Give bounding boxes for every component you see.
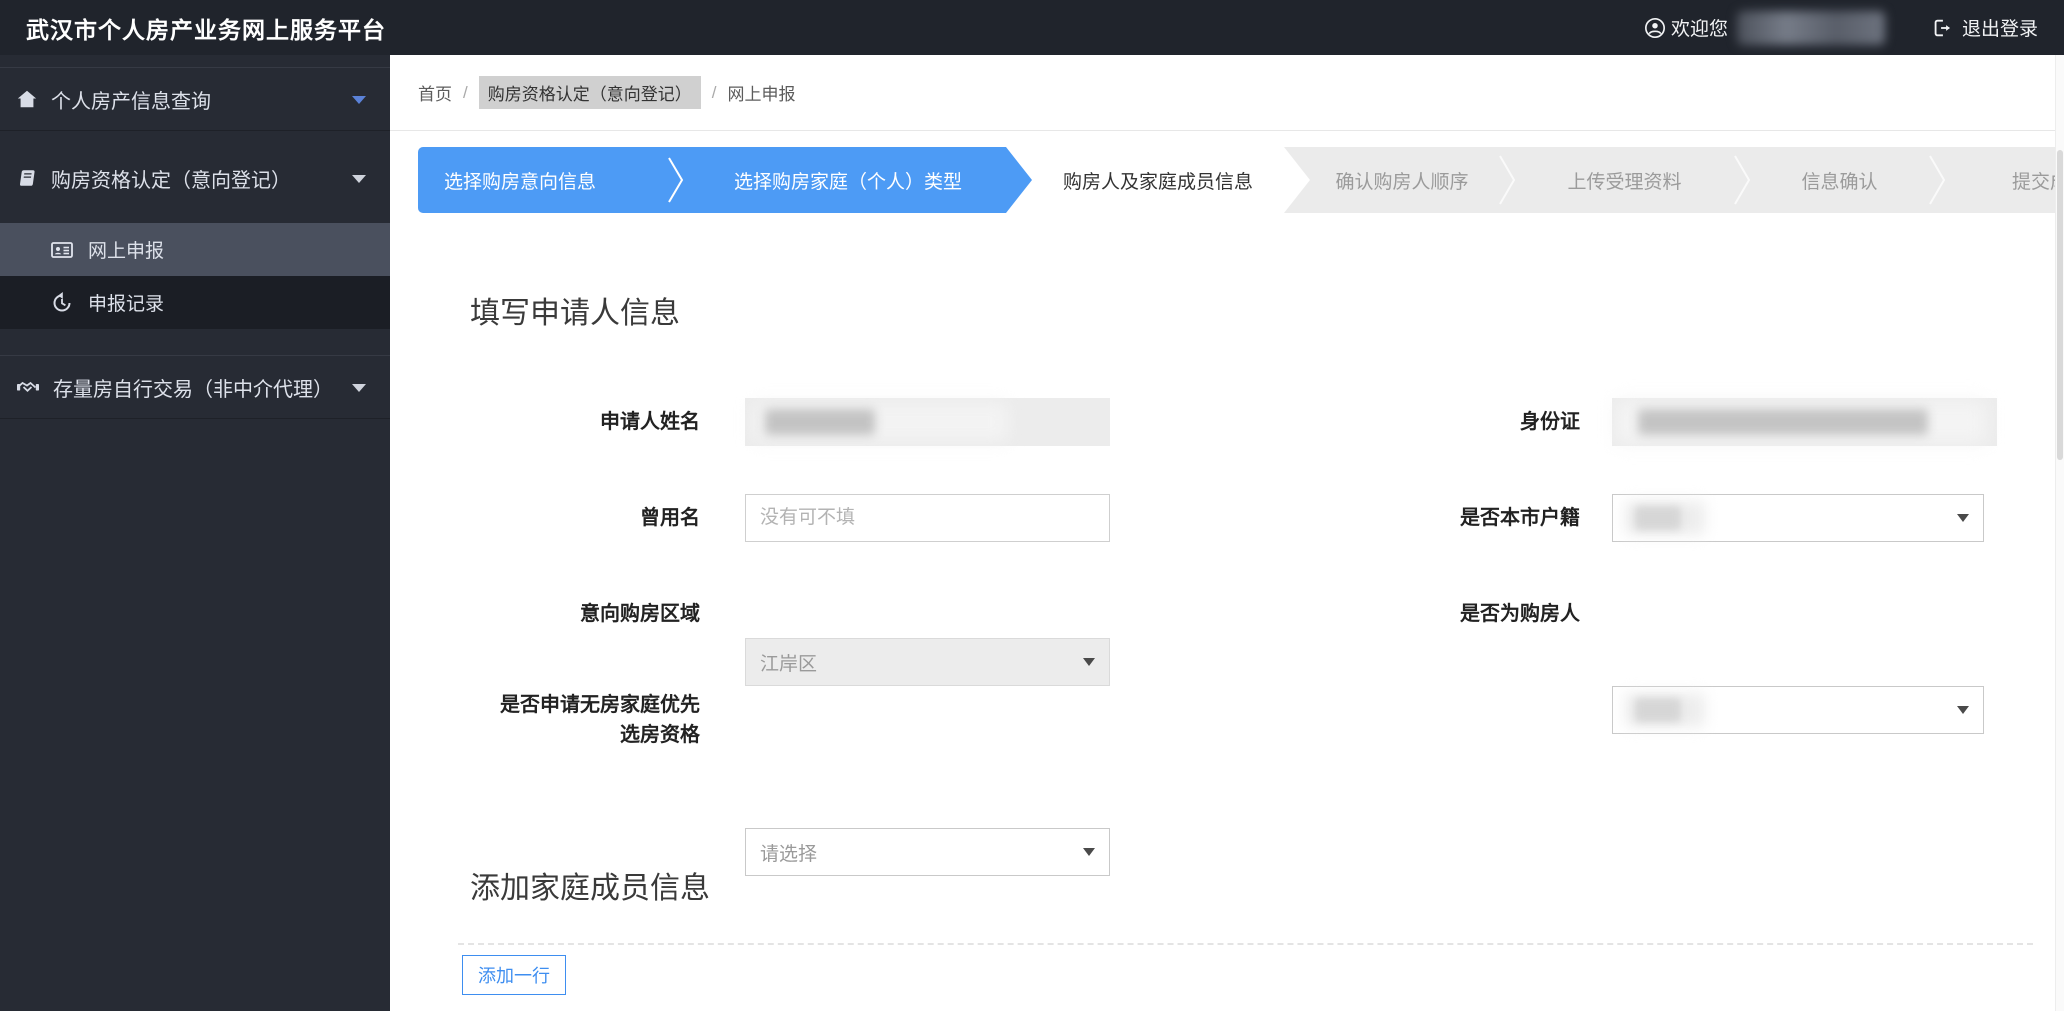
redacted-value <box>1635 698 1681 722</box>
logout-label: 退出登录 <box>1962 14 2038 41</box>
redacted-value <box>1638 409 1928 435</box>
chevron-separator-icon <box>660 147 690 213</box>
scrollbar-track[interactable] <box>2055 55 2064 1011</box>
app-window: 武汉市个人房产业务网上服务平台 欢迎您 退出登录 <box>0 0 2064 1011</box>
section-title-family-members: 添加家庭成员信息 <box>470 863 710 907</box>
chevron-separator-icon <box>1729 147 1755 213</box>
welcome-area: 欢迎您 <box>1644 11 1885 45</box>
sidebar-nav: 个人房产信息查询 购房资格认定（意向登记） <box>0 55 390 1011</box>
sidebar-subitem-online-declaration[interactable]: 网上申报 <box>0 223 390 276</box>
sidebar-submenu: 网上申报 申报记录 <box>0 223 390 329</box>
step-wizard: 选择购房意向信息 选择购房家庭（个人）类型 购房人及家庭成员信息 确认购房人顺序… <box>418 147 2058 213</box>
no-house-priority-value: 请选择 <box>760 839 817 866</box>
is-buyer-label: 是否为购房人 <box>1300 590 1580 638</box>
chevron-separator-icon <box>1284 147 1310 213</box>
caret-down-icon <box>352 384 366 392</box>
no-house-priority-label: 是否申请无房家庭优先选房资格 <box>490 690 700 750</box>
breadcrumb-separator: / <box>463 83 468 103</box>
former-name-label: 曾用名 <box>430 494 700 542</box>
chevron-separator-icon <box>1494 147 1520 213</box>
handshake-icon <box>16 375 40 399</box>
logout-button[interactable]: 退出登录 <box>1931 14 2038 41</box>
sidebar-item-purchase-qualification[interactable]: 购房资格认定（意向登记） <box>0 147 390 209</box>
dashed-divider <box>458 943 2033 945</box>
wizard-step-info-confirm[interactable]: 信息确认 <box>1755 147 1924 213</box>
caret-down-icon <box>1083 848 1095 856</box>
sidebar-subitem-declaration-records[interactable]: 申报记录 <box>0 276 390 329</box>
intended-area-select[interactable]: 江岸区 <box>745 638 1110 686</box>
sidebar-item-property-info-query[interactable]: 个人房产信息查询 <box>0 67 390 131</box>
arrow-right-icon <box>1006 147 1032 213</box>
home-icon <box>16 88 38 110</box>
caret-down-icon <box>352 175 366 183</box>
redacted-value <box>765 409 875 435</box>
former-name-input[interactable] <box>745 494 1110 542</box>
sidebar-item-label: 存量房自行交易（非中介代理） <box>53 373 333 402</box>
book-icon <box>16 167 38 189</box>
id-card-field[interactable] <box>1612 398 1997 446</box>
breadcrumb: 首页 / 购房资格认定（意向登记） / 网上申报 <box>390 55 2064 131</box>
intended-area-value: 江岸区 <box>760 649 817 676</box>
no-house-priority-select[interactable]: 请选择 <box>745 828 1110 876</box>
breadcrumb-section[interactable]: 购房资格认定（意向登记） <box>479 76 701 109</box>
wizard-step-intent-info[interactable]: 选择购房意向信息 <box>418 147 660 213</box>
top-header: 武汉市个人房产业务网上服务平台 欢迎您 退出登录 <box>0 0 2064 55</box>
user-circle-icon <box>1644 17 1666 39</box>
caret-down-icon <box>1957 514 1969 522</box>
logout-icon <box>1931 17 1953 39</box>
breadcrumb-current[interactable]: 网上申报 <box>727 80 795 105</box>
wizard-step-confirm-order[interactable]: 确认购房人顺序 <box>1310 147 1494 213</box>
caret-down-icon <box>1083 658 1095 666</box>
welcome-label: 欢迎您 <box>1671 14 1728 41</box>
id-card-label: 身份证 <box>1300 398 1580 446</box>
caret-down-icon <box>1957 706 1969 714</box>
id-card-icon <box>50 238 74 262</box>
scrollbar-thumb[interactable] <box>2057 150 2063 460</box>
breadcrumb-separator: / <box>712 83 717 103</box>
redacted-value <box>1635 506 1681 530</box>
add-row-button[interactable]: 添加一行 <box>462 955 566 995</box>
local-household-label: 是否本市户籍 <box>1300 494 1580 542</box>
caret-down-icon <box>352 96 366 104</box>
section-title-applicant-info: 填写申请人信息 <box>470 288 680 332</box>
sidebar-item-label: 个人房产信息查询 <box>51 85 211 114</box>
sidebar-item-existing-house-self-trade[interactable]: 存量房自行交易（非中介代理） <box>0 355 390 419</box>
breadcrumb-home[interactable]: 首页 <box>418 80 452 105</box>
wizard-step-upload-materials[interactable]: 上传受理资料 <box>1520 147 1729 213</box>
chevron-separator-icon <box>1924 147 1950 213</box>
header-user-area: 欢迎您 退出登录 <box>1644 11 2038 45</box>
sidebar-subitem-label: 网上申报 <box>88 236 164 263</box>
wizard-step-submit-success[interactable]: 提交成功 <box>1950 147 2058 213</box>
applicant-name-field[interactable] <box>745 398 1110 446</box>
sidebar-item-label: 购房资格认定（意向登记） <box>51 164 291 193</box>
applicant-name-label: 申请人姓名 <box>430 398 700 446</box>
app-title: 武汉市个人房产业务网上服务平台 <box>26 11 386 45</box>
sidebar-subitem-label: 申报记录 <box>88 289 164 316</box>
user-name-redacted <box>1737 11 1885 45</box>
wizard-step-family-type[interactable]: 选择购房家庭（个人）类型 <box>690 147 1006 213</box>
local-household-select[interactable] <box>1612 494 1984 542</box>
wizard-step-buyer-members-info[interactable]: 购房人及家庭成员信息 <box>1032 147 1284 213</box>
intended-area-label: 意向购房区域 <box>430 590 700 638</box>
former-name-field <box>745 494 1110 542</box>
is-buyer-select[interactable] <box>1612 686 1984 734</box>
history-icon <box>50 291 74 315</box>
